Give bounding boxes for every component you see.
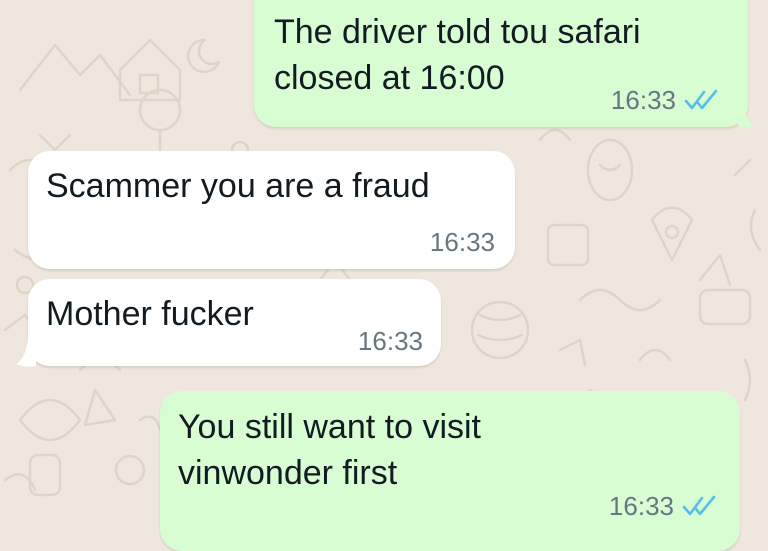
message-meta: 16:33 <box>358 326 423 356</box>
bubble-tail <box>738 105 754 128</box>
message-bubble-incoming[interactable]: Mother fucker 16:33 <box>28 279 441 366</box>
message-bubble-incoming[interactable]: Scammer you are a fraud 16:33 <box>28 151 515 269</box>
message-text-line: Scammer you are a fraud <box>46 167 430 205</box>
message-text-line: Mother fucker <box>46 295 254 333</box>
message-time: 16:33 <box>357 326 423 356</box>
double-check-icon <box>684 89 718 110</box>
message-meta: 16:33 <box>430 227 495 257</box>
message-bubble-outgoing[interactable]: The driver told tou safari closed at 16:… <box>254 0 748 127</box>
message-meta: 16:33 <box>609 491 722 521</box>
message-meta: 16:33 <box>611 85 724 115</box>
double-check-icon <box>682 495 716 516</box>
message-text-line: vinwonder first <box>178 454 398 492</box>
message-time: 16:33 <box>608 491 674 521</box>
bubble-tail <box>16 338 36 367</box>
message-text-line: closed at 16:00 <box>274 59 505 97</box>
message-time: 16:33 <box>610 85 676 115</box>
message-bubble-outgoing[interactable]: You still want to visit vinwonder first … <box>160 391 740 551</box>
message-time: 16:33 <box>429 227 495 257</box>
